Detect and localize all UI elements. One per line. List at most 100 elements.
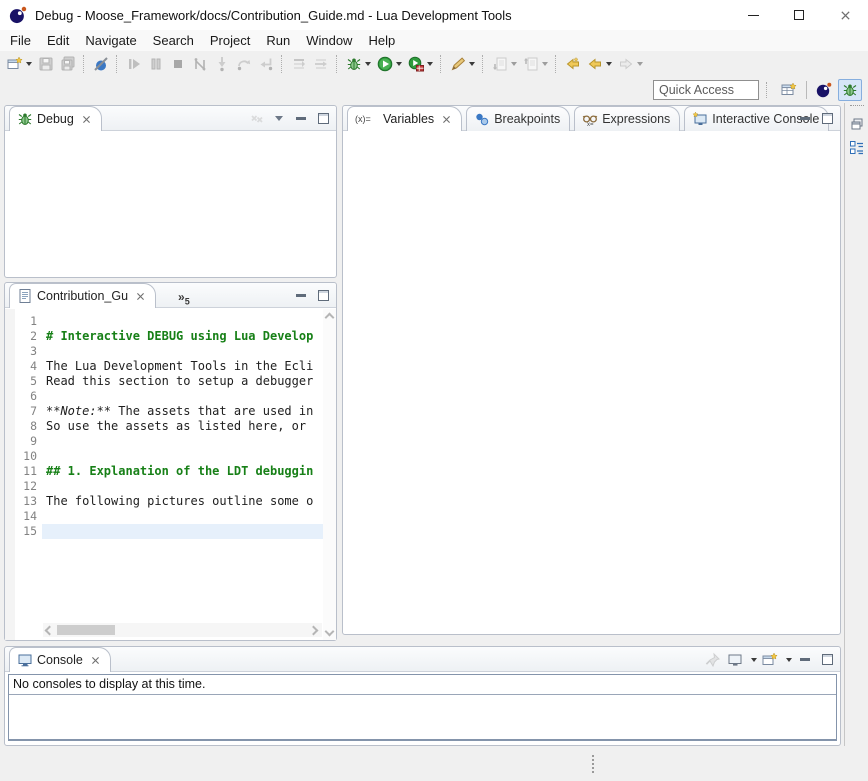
back-dropdown-arrow[interactable] bbox=[606, 62, 612, 66]
suspend-button[interactable] bbox=[145, 53, 167, 75]
terminate-button[interactable] bbox=[167, 53, 189, 75]
open-perspective-button[interactable] bbox=[777, 79, 801, 101]
remove-all-terminated-button[interactable] bbox=[248, 110, 266, 128]
scroll-down-arrow[interactable] bbox=[325, 627, 335, 637]
menu-file[interactable]: File bbox=[2, 31, 39, 50]
pin-console-button[interactable] bbox=[704, 651, 722, 669]
close-tab-icon[interactable] bbox=[81, 114, 92, 125]
scrollbar-thumb[interactable] bbox=[57, 625, 115, 635]
skip-all-breakpoints-icon bbox=[93, 56, 109, 72]
console-minimize-button[interactable] bbox=[796, 651, 814, 669]
next-annotation-dropdown-arrow[interactable] bbox=[511, 62, 517, 66]
maximize-window-button[interactable] bbox=[776, 0, 822, 30]
editor-left-ruler bbox=[5, 309, 15, 640]
debug-dropdown-arrow[interactable] bbox=[365, 62, 371, 66]
tab-console[interactable]: Console bbox=[9, 647, 111, 672]
menu-edit[interactable]: Edit bbox=[39, 31, 77, 50]
scroll-right-arrow[interactable] bbox=[309, 625, 319, 635]
tab-breakpoints[interactable]: Breakpoints bbox=[466, 106, 570, 131]
display-selected-console-dropdown-arrow[interactable] bbox=[751, 658, 757, 662]
external-tools-button[interactable] bbox=[447, 53, 478, 75]
toolbar-group bbox=[343, 53, 436, 75]
window-controls bbox=[730, 0, 868, 30]
run-button[interactable] bbox=[374, 53, 405, 75]
forward-dropdown-arrow[interactable] bbox=[637, 62, 643, 66]
save-button[interactable] bbox=[35, 53, 57, 75]
editor-minimize-button[interactable] bbox=[292, 287, 310, 305]
tab-expressions[interactable]: x=Expressions bbox=[574, 106, 680, 131]
menu-help[interactable]: Help bbox=[360, 31, 403, 50]
close-window-button[interactable] bbox=[822, 0, 868, 30]
code-line-3 bbox=[42, 344, 323, 359]
debug-view-actions bbox=[248, 106, 332, 131]
editor-horizontal-scrollbar[interactable] bbox=[43, 623, 322, 637]
menu-navigate[interactable]: Navigate bbox=[77, 31, 144, 50]
debug-view-menu-button[interactable] bbox=[270, 110, 288, 128]
lua-perspective-button[interactable] bbox=[812, 79, 836, 101]
breakpoints-icon bbox=[474, 111, 490, 127]
hidden-editors-chevron[interactable]: »5 bbox=[178, 290, 190, 306]
forward-button[interactable] bbox=[615, 53, 646, 75]
skip-all-breakpoints-button[interactable] bbox=[90, 53, 112, 75]
disconnect-button[interactable] bbox=[189, 53, 211, 75]
debug-perspective-button[interactable] bbox=[838, 79, 862, 101]
save-all-button[interactable] bbox=[57, 53, 79, 75]
step-into-button[interactable] bbox=[211, 53, 233, 75]
menu-search[interactable]: Search bbox=[145, 31, 202, 50]
run-coverage-dropdown-arrow[interactable] bbox=[427, 62, 433, 66]
variables-minimize-button[interactable] bbox=[796, 110, 814, 128]
restore-views-button[interactable] bbox=[847, 114, 867, 134]
variables-maximize-button[interactable] bbox=[818, 110, 836, 128]
tab-label: Variables bbox=[383, 112, 434, 126]
new-wizard-dropdown-arrow[interactable] bbox=[26, 62, 32, 66]
open-console-button[interactable] bbox=[761, 651, 779, 669]
open-console-dropdown-arrow[interactable] bbox=[786, 658, 792, 662]
tab-variables[interactable]: (x)=Variables bbox=[347, 106, 462, 131]
console-maximize-button[interactable] bbox=[818, 651, 836, 669]
previous-annotation-dropdown-arrow[interactable] bbox=[542, 62, 548, 66]
debug-maximize-button[interactable] bbox=[314, 110, 332, 128]
minimize-window-button[interactable] bbox=[730, 0, 776, 30]
tab-debug[interactable]: Debug bbox=[9, 106, 102, 131]
menu-project[interactable]: Project bbox=[202, 31, 258, 50]
expressions-icon: x= bbox=[582, 111, 598, 127]
resume-button[interactable] bbox=[123, 53, 145, 75]
run-dropdown-arrow[interactable] bbox=[396, 62, 402, 66]
scroll-left-arrow[interactable] bbox=[45, 625, 55, 635]
maximize-icon bbox=[794, 10, 804, 20]
editor-maximize-button[interactable] bbox=[314, 287, 332, 305]
quick-access-input[interactable] bbox=[653, 80, 759, 100]
previous-annotation-button[interactable] bbox=[520, 53, 551, 75]
minimized-views-trim bbox=[844, 103, 868, 746]
back-button[interactable] bbox=[584, 53, 615, 75]
external-tools-dropdown-arrow[interactable] bbox=[469, 62, 475, 66]
statusbar-drag-handle[interactable] bbox=[592, 755, 595, 773]
code-area[interactable]: # Interactive DEBUG using Lua DevelopThe… bbox=[42, 309, 323, 640]
last-edit-location-button[interactable] bbox=[562, 53, 584, 75]
debug-button[interactable] bbox=[343, 53, 374, 75]
close-console-icon[interactable] bbox=[90, 655, 101, 666]
display-selected-console-button[interactable] bbox=[726, 651, 744, 669]
run-icon bbox=[377, 56, 393, 72]
suspend-icon bbox=[148, 56, 164, 72]
new-wizard-button[interactable] bbox=[4, 53, 35, 75]
step-over-button[interactable] bbox=[233, 53, 255, 75]
next-annotation-button[interactable] bbox=[489, 53, 520, 75]
tab-contribution-guide[interactable]: Contribution_Gu bbox=[9, 283, 156, 308]
save-icon bbox=[38, 56, 54, 72]
debug-minimize-button[interactable] bbox=[292, 110, 310, 128]
editor-vertical-scrollbar[interactable] bbox=[323, 309, 336, 640]
console-content[interactable]: No consoles to display at this time. bbox=[8, 674, 837, 741]
code-line-9 bbox=[42, 434, 323, 449]
run-coverage-button[interactable] bbox=[405, 53, 436, 75]
menu-run[interactable]: Run bbox=[258, 31, 298, 50]
close-editor-icon[interactable] bbox=[135, 291, 146, 302]
outline-view-button[interactable] bbox=[847, 138, 867, 158]
scroll-up-arrow[interactable] bbox=[325, 313, 335, 323]
drop-to-frame-button[interactable] bbox=[288, 53, 310, 75]
close-tab-icon[interactable] bbox=[441, 114, 452, 125]
menu-window[interactable]: Window bbox=[298, 31, 360, 50]
use-step-filters-button[interactable] bbox=[310, 53, 332, 75]
code-segment: **Note:** bbox=[46, 404, 111, 418]
step-return-button[interactable] bbox=[255, 53, 277, 75]
